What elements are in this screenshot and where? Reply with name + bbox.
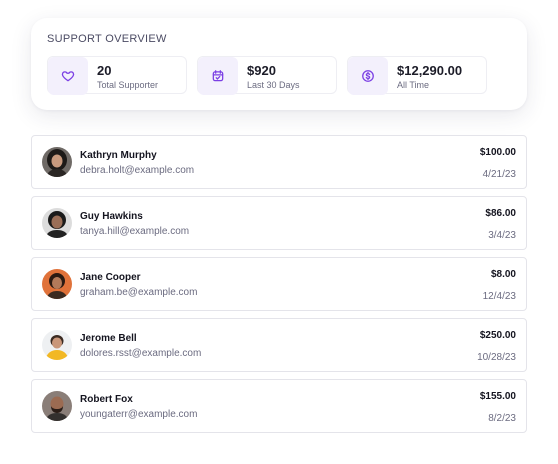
supporter-name: Jane Cooper (80, 272, 141, 283)
support-date: 8/2/23 (488, 413, 516, 424)
support-date: 3/4/23 (488, 230, 516, 241)
supporter-row[interactable]: Kathryn Murphy debra.holt@example.com $1… (31, 135, 527, 189)
dollar-icon (348, 57, 388, 95)
supporter-name: Robert Fox (80, 394, 133, 405)
stat-last-30-days: $920 Last 30 Days (197, 56, 337, 95)
stat-total-supporter: 20 Total Supporter (47, 56, 187, 95)
supporter-row[interactable]: Jerome Bell dolores.rsst@example.com $25… (31, 318, 527, 372)
heart-icon (48, 57, 88, 95)
supporter-name: Kathryn Murphy (80, 150, 157, 161)
support-page: SUPPORT OVERVIEW 20 Total Supporter $920… (0, 0, 558, 464)
support-amount: $100.00 (479, 147, 516, 158)
supporter-email: youngaterr@example.com (80, 409, 198, 420)
supporter-row[interactable]: Robert Fox youngaterr@example.com $155.0… (31, 379, 527, 433)
supporter-email: dolores.rsst@example.com (80, 348, 202, 359)
support-amount: $8.00 (490, 269, 516, 280)
stat-label: All Time (397, 80, 430, 90)
stat-value: 20 (97, 63, 112, 78)
supporter-email: debra.holt@example.com (80, 165, 195, 176)
support-date: 10/28/23 (477, 352, 516, 363)
stat-label: Total Supporter (97, 80, 159, 90)
support-date: 4/21/23 (482, 169, 516, 180)
supporter-name: Jerome Bell (80, 333, 137, 344)
supporter-name: Guy Hawkins (80, 211, 143, 222)
stat-label: Last 30 Days (247, 80, 300, 90)
supporter-row[interactable]: Guy Hawkins tanya.hill@example.com $86.0… (31, 196, 527, 250)
avatar (42, 391, 72, 421)
supporter-row[interactable]: Jane Cooper graham.be@example.com $8.00 … (31, 257, 527, 311)
stat-value: $920 (247, 63, 276, 78)
stat-value: $12,290.00 (397, 63, 463, 78)
avatar (42, 147, 72, 177)
support-date: 12/4/23 (482, 291, 516, 302)
avatar (42, 208, 72, 238)
stat-all-time: $12,290.00 All Time (347, 56, 487, 95)
support-overview-card: SUPPORT OVERVIEW 20 Total Supporter $920… (31, 18, 527, 110)
supporter-email: tanya.hill@example.com (80, 226, 190, 237)
avatar (42, 330, 72, 360)
avatar (42, 269, 72, 299)
overview-title: SUPPORT OVERVIEW (47, 33, 167, 45)
support-amount: $86.00 (485, 208, 516, 219)
support-amount: $250.00 (479, 330, 516, 341)
supporter-email: graham.be@example.com (80, 287, 198, 298)
calendar-icon (198, 57, 238, 95)
support-amount: $155.00 (479, 391, 516, 402)
